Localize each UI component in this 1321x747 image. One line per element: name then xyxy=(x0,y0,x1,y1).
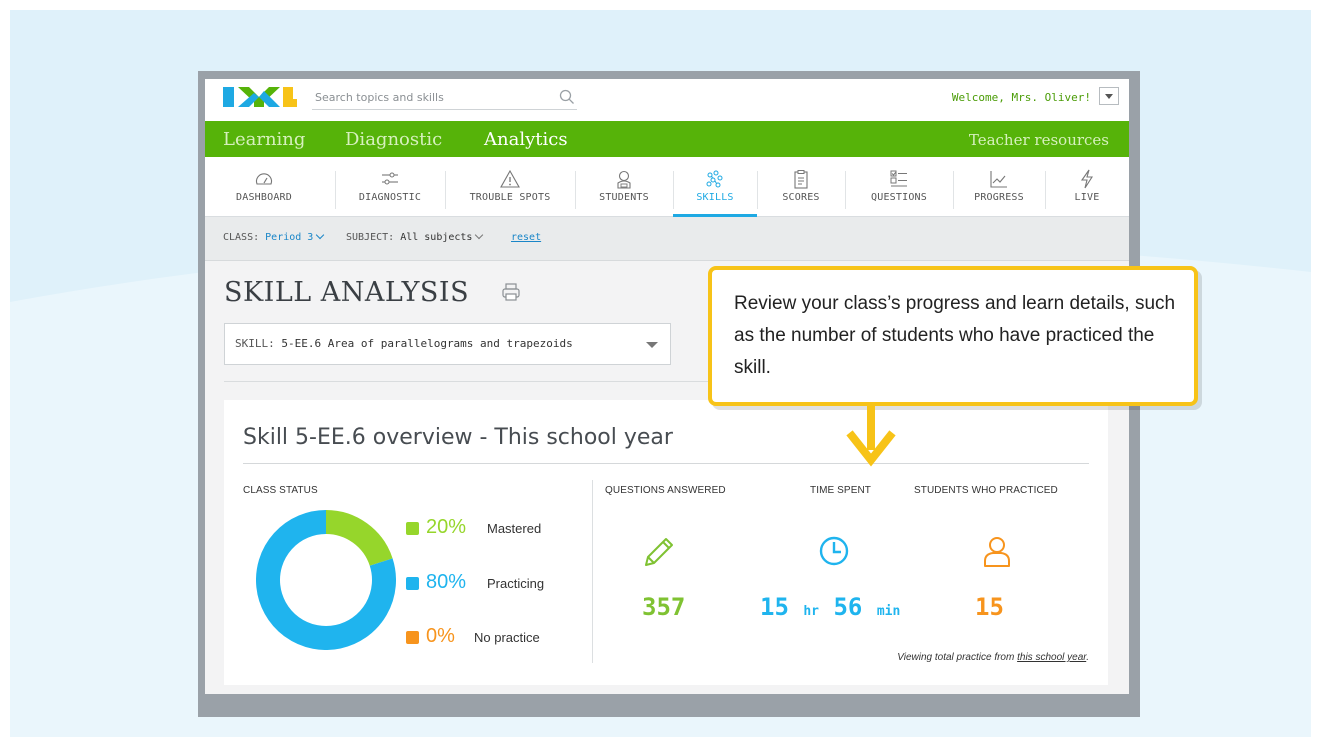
tab-trouble-spots[interactable]: TROUBLE SPOTS xyxy=(445,157,575,217)
ixl-logo[interactable] xyxy=(223,85,297,109)
donut-slice-mastered xyxy=(325,510,393,567)
skill-overview-card: Skill 5-EE.6 overview - This school year… xyxy=(224,400,1108,685)
class-status-donut-chart xyxy=(256,510,396,650)
analytics-subnav: DASHBOARD DIAGNOSTIC TROUBLE SPOTS STUDE… xyxy=(205,157,1129,217)
students-practiced-label: STUDENTS WHO PRACTICED xyxy=(914,485,1058,496)
clock-icon xyxy=(819,536,849,566)
questions-answered-value: 357 xyxy=(642,593,686,621)
nav-teacher-resources[interactable]: Teacher resources xyxy=(969,131,1109,149)
tab-live[interactable]: LIVE xyxy=(1045,157,1129,217)
sliders-icon xyxy=(382,172,398,185)
students-practiced-value: 15 xyxy=(975,593,1004,621)
dropdown-arrow-icon xyxy=(646,342,658,348)
tab-progress[interactable]: PROGRESS xyxy=(953,157,1045,217)
divider xyxy=(592,480,593,663)
skill-select[interactable]: SKILL: 5-EE.6 Area of parallelograms and… xyxy=(224,323,671,365)
tab-diagnostic[interactable]: DIAGNOSTIC xyxy=(335,157,445,217)
search-icon[interactable] xyxy=(559,89,575,105)
skills-icon xyxy=(706,170,723,188)
page-title: SKILL ANALYSIS xyxy=(224,277,470,308)
divider xyxy=(243,463,1089,464)
nav-learning[interactable]: Learning xyxy=(223,129,305,150)
filter-bar: CLASS: Period 3 SUBJECT: All subjects re… xyxy=(205,217,1129,261)
warning-icon xyxy=(500,169,520,188)
time-spent-label: TIME SPENT xyxy=(810,485,872,496)
legend-swatch xyxy=(406,522,419,535)
lightning-icon xyxy=(1080,169,1094,189)
questions-answered-label: QUESTIONS ANSWERED xyxy=(605,485,726,496)
search-input[interactable] xyxy=(312,86,542,109)
class-filter[interactable]: CLASS: Period 3 xyxy=(223,230,325,243)
account-dropdown-button[interactable] xyxy=(1099,87,1119,105)
selected-skill: 5-EE.6 Area of parallelograms and trapez… xyxy=(281,337,573,350)
legend-swatch xyxy=(406,577,419,590)
school-year-link[interactable]: this school year xyxy=(1017,652,1086,663)
chevron-down-icon xyxy=(475,230,484,240)
welcome-text[interactable]: Welcome, Mrs. Oliver! xyxy=(952,91,1091,104)
nav-diagnostic[interactable]: Diagnostic xyxy=(345,129,442,150)
subject-filter[interactable]: SUBJECT: All subjects xyxy=(346,230,484,243)
pencil-icon xyxy=(645,538,673,566)
tip-callout: Review your class’s progress and learn d… xyxy=(708,266,1198,406)
legend-swatch xyxy=(406,631,419,644)
chart-icon xyxy=(990,171,1007,188)
callout-text: Review your class’s progress and learn d… xyxy=(734,293,1176,378)
chevron-down-icon xyxy=(316,230,325,240)
main-nav: Learning Diagnostic Analytics Teacher re… xyxy=(205,121,1129,157)
print-icon[interactable] xyxy=(501,282,521,302)
tab-dashboard[interactable]: DASHBOARD xyxy=(205,157,323,217)
overview-title: Skill 5-EE.6 overview - This school year xyxy=(243,425,673,450)
tab-scores[interactable]: SCORES xyxy=(757,157,845,217)
top-bar: Welcome, Mrs. Oliver! xyxy=(205,79,1129,121)
clipboard-icon xyxy=(794,170,808,189)
tab-skills[interactable]: SKILLS xyxy=(673,157,757,217)
checklist-icon xyxy=(890,170,907,187)
time-spent-value: 15 hr 56 min xyxy=(760,593,901,621)
arrow-down-icon xyxy=(846,406,896,467)
gauge-icon xyxy=(255,173,273,185)
practice-footnote: Viewing total practice from this school … xyxy=(897,652,1089,663)
nav-analytics[interactable]: Analytics xyxy=(484,129,568,150)
tab-questions[interactable]: QUESTIONS xyxy=(845,157,953,217)
class-status-label: CLASS STATUS xyxy=(243,485,318,496)
tab-students[interactable]: STUDENTS xyxy=(575,157,673,217)
search-box xyxy=(312,86,577,110)
student-icon xyxy=(617,170,631,189)
student-icon xyxy=(984,537,1010,567)
reset-link[interactable]: reset xyxy=(511,232,541,243)
